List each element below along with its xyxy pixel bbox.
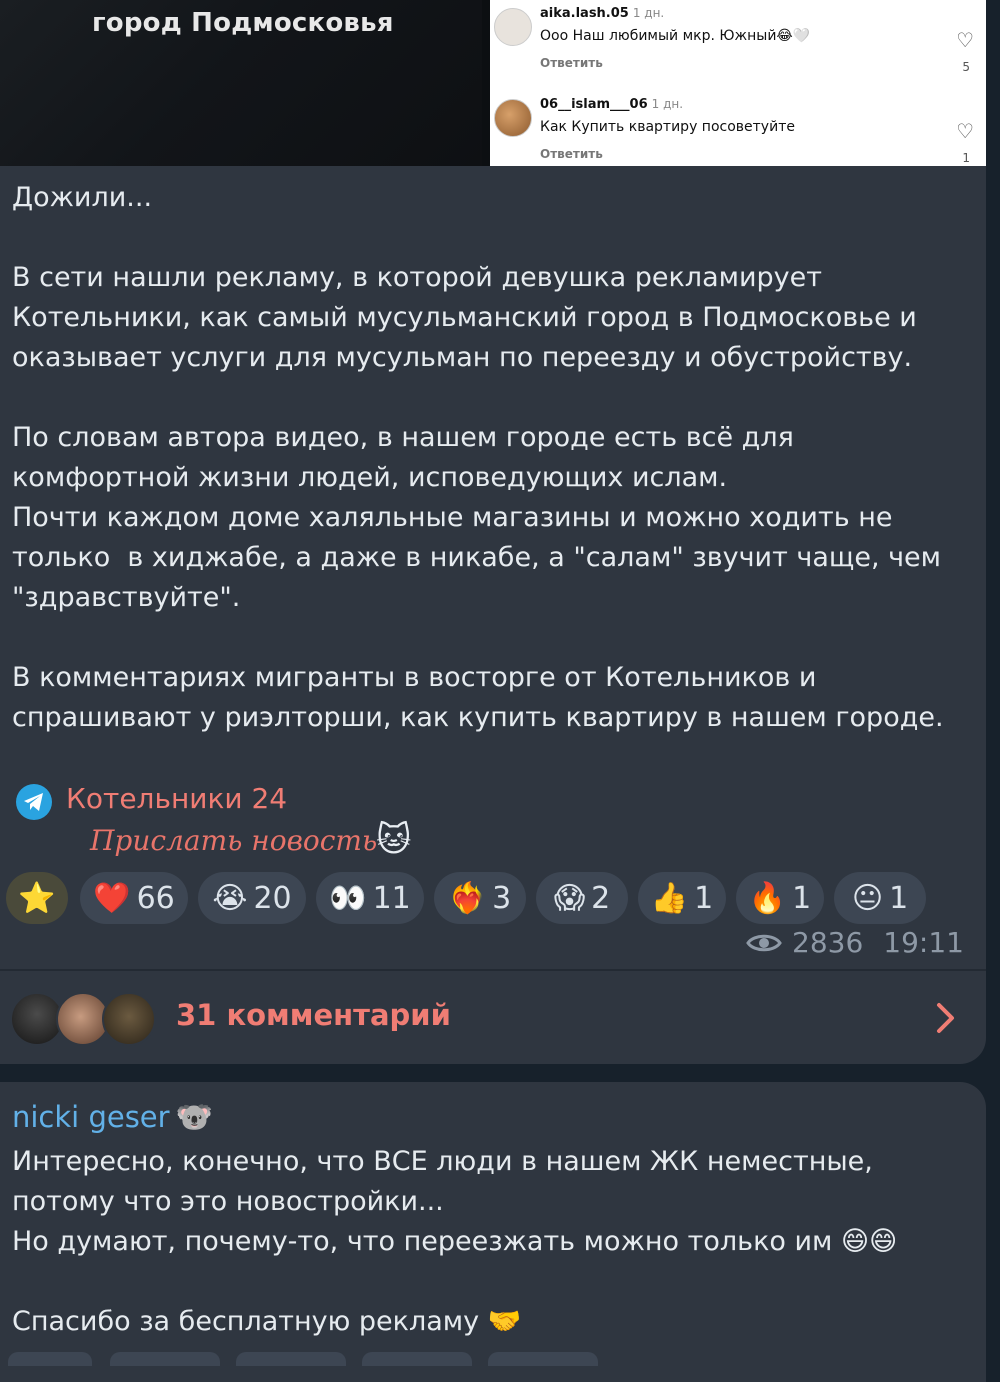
reaction-count: 11 [372,880,411,916]
comment-message: nicki geser 🐨 Интересно, конечно, что ВСЕ… [0,1082,986,1382]
comment-text: Как Купить квартиру посоветуйте [540,119,795,135]
post-time: 19:11 [883,926,964,959]
commenter-avatars [10,992,156,1046]
comment-line: Спасибо за бесплатную рекламу 🤝 [12,1306,522,1337]
post-paragraph: В сети нашли рекламу, в которой девушка … [12,262,926,373]
cat-sticker-icon: 🐱 [376,820,412,860]
telegram-icon [16,784,52,820]
avatar [494,8,532,46]
comment-author[interactable]: nicki geser 🐨 [12,1100,213,1135]
comment-line: Но думают, почему-то, что переезжать мож… [12,1226,898,1257]
post-media[interactable]: город Подмосковья aika.lash.05 1 дн. Ооо … [0,0,986,166]
heart-outline-icon: ♡ [956,28,974,52]
divider [0,969,986,971]
post-paragraph: В комментариях мигранты в восторге от Ко… [12,662,944,733]
reaction-count: 2 [591,880,611,916]
comment-text: Интересно, конечно, что ВСЕ люди в нашем… [12,1142,972,1342]
reaction-peek [488,1352,598,1366]
star-icon: ⭐ [18,880,56,916]
reaction-count: 20 [253,880,292,916]
like-count: 5 [962,60,970,74]
channel-link[interactable]: Котельники 24 [66,782,287,815]
crying-face-icon: 😭 [212,880,248,916]
author-name[interactable]: nicki geser [12,1100,170,1134]
reaction-heart-on-fire[interactable]: ❤️‍🔥 3 [434,872,526,924]
comment-username: 06__islam___06 [540,97,648,112]
heart-outline-icon: ♡ [956,119,974,143]
comment-line: Интересно, конечно, что ВСЕ люди в нашем… [12,1146,873,1217]
reaction-count: 3 [492,880,512,916]
reply-link: Ответить [540,147,603,161]
reaction-star[interactable]: ⭐ [6,872,68,924]
send-news-link[interactable]: Прислать новость [90,824,377,857]
video-caption: город Подмосковья [92,8,394,38]
screenshot-comment: 06__islam___06 1 дн. Как Купить квартиру … [490,91,986,165]
reaction-peek [110,1352,220,1366]
comment-age: 1 дн. [632,6,665,20]
fire-icon: 🔥 [748,880,787,916]
next-reactions-peek [0,1352,1000,1366]
post-text: Дожили... В сети нашли рекламу, в которо… [12,178,972,738]
eyes-icon: 👀 [329,880,367,916]
reaction-count: 1 [889,880,909,916]
post-paragraph: Почти каждом доме халяльные магазины и м… [12,502,950,613]
post-paragraph: Дожили... [12,182,153,213]
heart-on-fire-icon: ❤️‍🔥 [448,880,487,916]
reaction-peek [236,1352,346,1366]
neutral-face-icon: 😐 [851,880,884,916]
comment-username: aika.lash.05 [540,6,629,21]
reaction-heart[interactable]: ❤️ 66 [80,872,188,924]
video-thumbnail[interactable]: город Подмосковья [0,0,482,166]
reaction-count: 1 [792,880,812,916]
thumbs-up-icon: 👍 [650,880,689,916]
comments-button[interactable]: 31 комментарий [0,972,986,1064]
reaction-count: 66 [136,880,175,916]
view-count: 2836 [792,926,864,959]
reaction-crying[interactable]: 😭 20 [198,872,306,924]
channel-post: город Подмосковья aika.lash.05 1 дн. Ооо … [0,0,986,1064]
reaction-scream[interactable]: 😱 2 [536,872,628,924]
reaction-count: 1 [694,880,714,916]
avatar [494,99,532,137]
reply-link: Ответить [540,56,603,70]
reaction-thumbs-up[interactable]: 👍 1 [638,872,726,924]
koala-icon: 🐨 [175,1100,213,1135]
comments-screenshot[interactable]: aika.lash.05 1 дн. Ооо Наш любимый мкр. Ю… [490,0,986,166]
comment-age: 1 дн. [651,97,684,111]
avatar [102,992,156,1046]
comments-count-label: 31 комментарий [176,998,451,1032]
chevron-right-icon [937,1003,954,1033]
post-meta: 2836 19:11 [746,926,964,959]
comment-text: Ооо Наш любимый мкр. Южный😂🤍 [540,28,811,44]
reaction-peek [8,1352,92,1366]
reaction-eyes[interactable]: 👀 11 [316,872,424,924]
screaming-face-icon: 😱 [553,880,586,916]
reaction-fire[interactable]: 🔥 1 [736,872,824,924]
screenshot-comment: aika.lash.05 1 дн. Ооо Наш любимый мкр. Ю… [490,0,986,74]
reaction-peek [362,1352,472,1366]
post-paragraph: По словам автора видео, в нашем городе е… [12,422,803,493]
reaction-neutral[interactable]: 😐 1 [834,872,926,924]
eye-icon [746,934,782,951]
reactions-bar: ⭐ ❤️ 66 😭 20 👀 11 ❤️‍🔥 3 😱 2 👍 1 🔥 1 😐 1 [6,872,966,924]
like-count: 1 [962,151,970,165]
heart-icon: ❤️ [93,880,131,916]
